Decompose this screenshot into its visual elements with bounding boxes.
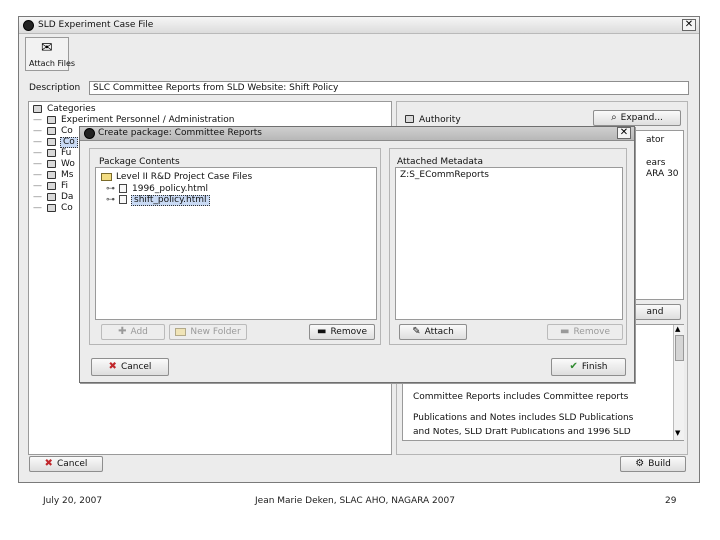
category-label: Co [61, 126, 73, 136]
book-icon [47, 149, 56, 157]
attached-metadata-frame: Attached Metadata Z:S_ECommReports ✎ Att… [389, 148, 627, 345]
attach-button[interactable]: ✎ Attach [399, 324, 467, 340]
cancel-label: Cancel [56, 459, 88, 469]
checkmark-icon: ✔ [569, 361, 578, 372]
categories-root-label: Categories [47, 104, 96, 114]
build-label: Build [648, 459, 671, 469]
remove-right-label: Remove [573, 327, 610, 337]
book-icon [47, 138, 56, 146]
footer-date: July 20, 2007 [43, 496, 103, 506]
package-tree[interactable]: Level II R&D Project Case Files ⊶ 1996_p… [95, 167, 377, 320]
plus-icon: ✚ [118, 326, 127, 337]
attach-label: Attach [424, 327, 454, 337]
dialog-cancel-label: Cancel [120, 362, 152, 372]
package-file-item-selected[interactable]: ⊶ shift_policy.html [106, 195, 306, 206]
footer-presenter: Jean Marie Deken, SLAC AHO, NAGARA 2007 [255, 496, 455, 506]
remove-left-label: Remove [330, 327, 367, 337]
package-root-label: Level II R&D Project Case Files [116, 172, 253, 182]
dialog-cancel-button[interactable]: ✖ Cancel [91, 358, 169, 376]
attach-files-icon: ✉ [41, 40, 53, 56]
attach-icon: ✎ [412, 326, 421, 337]
book-icon [47, 116, 56, 124]
window-title: SLD Experiment Case File [38, 20, 154, 30]
book-icon [47, 204, 56, 212]
expand-label: Expand... [620, 113, 663, 123]
expand2-label: and [646, 307, 664, 317]
scroll-up-icon[interactable]: ▲ [675, 326, 680, 333]
authority-text-line: Publications and Notes includes SLD Publ… [413, 413, 634, 423]
book-icon [47, 193, 56, 201]
category-label: Co [61, 203, 73, 213]
expand-button-2[interactable]: and [629, 304, 681, 320]
category-label: Wo [61, 159, 75, 169]
dialog-title: Create package: Committee Reports [98, 128, 262, 138]
file-icon [119, 195, 127, 204]
book-icon [47, 127, 56, 135]
new-folder-label: New Folder [190, 327, 241, 337]
expand-button[interactable]: ⌕ Expand... [593, 110, 681, 126]
new-folder-icon [175, 328, 187, 336]
category-label: Experiment Personnel / Administration [61, 115, 235, 125]
package-contents-frame: Package Contents Level II R&D Project Ca… [89, 148, 381, 345]
package-contents-label: Package Contents [99, 157, 180, 167]
category-label: Fi [61, 181, 69, 191]
metadata-item[interactable]: Z:S_ECommReports [400, 171, 489, 180]
add-label: Add [130, 327, 148, 337]
authority-snippet: ears [646, 158, 666, 168]
book-icon [47, 182, 56, 190]
minus-icon: ▬ [317, 326, 327, 337]
window-close-button[interactable]: ✕ [682, 19, 696, 31]
folder-icon [101, 173, 112, 181]
book-icon [47, 160, 56, 168]
app-logo-icon [23, 20, 34, 31]
create-package-dialog: Create package: Committee Reports ✕ Pack… [79, 126, 635, 383]
build-button[interactable]: ⚙ Build [620, 456, 686, 472]
category-label: Co [60, 137, 78, 148]
dialog-logo-icon [84, 128, 95, 139]
package-file-item[interactable]: ⊶ 1996_policy.html [106, 184, 306, 195]
book-icon [47, 171, 56, 179]
add-button[interactable]: ✚ Add [101, 324, 165, 340]
category-label: Ms [61, 170, 74, 180]
category-label: Fu [61, 148, 72, 158]
build-icon: ⚙ [635, 458, 645, 469]
description-field[interactable]: SLC Committee Reports from SLD Website: … [89, 81, 689, 95]
minus-icon: ▬ [560, 326, 570, 337]
window-titlebar: SLD Experiment Case File ✕ [19, 17, 699, 34]
categories-root-icon [33, 105, 42, 113]
file-name: shift_policy.html [131, 195, 210, 206]
authority-text-line: Committee Reports includes Committee rep… [413, 392, 629, 402]
authority-icon [405, 115, 414, 123]
attach-files-button[interactable]: ✉ Attach Files [25, 37, 75, 71]
authority-label: Authority [419, 115, 461, 125]
attach-files-label: Attach Files [29, 59, 76, 68]
finish-button[interactable]: ✔ Finish [551, 358, 626, 376]
cancel-x-icon: ✖ [108, 361, 117, 372]
new-folder-button[interactable]: New Folder [169, 324, 247, 340]
file-name: 1996_policy.html [132, 184, 208, 194]
dialog-titlebar: Create package: Committee Reports ✕ [80, 127, 634, 141]
category-label: Da [61, 192, 74, 202]
scroll-down-icon[interactable]: ▼ [675, 430, 680, 437]
description-value: SLC Committee Reports from SLD Website: … [93, 83, 339, 93]
footer-page-number: 29 [665, 496, 677, 506]
category-item[interactable]: — Experiment Personnel / Administration [33, 115, 383, 126]
description-label: Description [29, 83, 81, 93]
cancel-x-icon: ✖ [44, 458, 53, 469]
dialog-close-button[interactable]: ✕ [617, 127, 631, 139]
remove-left-button[interactable]: ▬ Remove [309, 324, 375, 340]
authority-snippet: ARA 30 [646, 169, 679, 179]
scroll-thumb[interactable] [675, 335, 684, 361]
file-icon [119, 184, 127, 193]
cancel-button[interactable]: ✖ Cancel [29, 456, 103, 472]
finish-label: Finish [581, 362, 608, 372]
remove-right-button[interactable]: ▬ Remove [547, 324, 623, 340]
attached-metadata-label: Attached Metadata [397, 157, 483, 167]
authority-snippet: ator [646, 135, 665, 145]
authority-text-line: and Notes, SLD Draft Publications and 19… [413, 428, 631, 437]
authority-scrollbar[interactable]: ▲ ▼ [673, 325, 684, 440]
metadata-list[interactable]: Z:S_ECommReports [395, 167, 623, 320]
magnifier-icon: ⌕ [611, 112, 617, 123]
